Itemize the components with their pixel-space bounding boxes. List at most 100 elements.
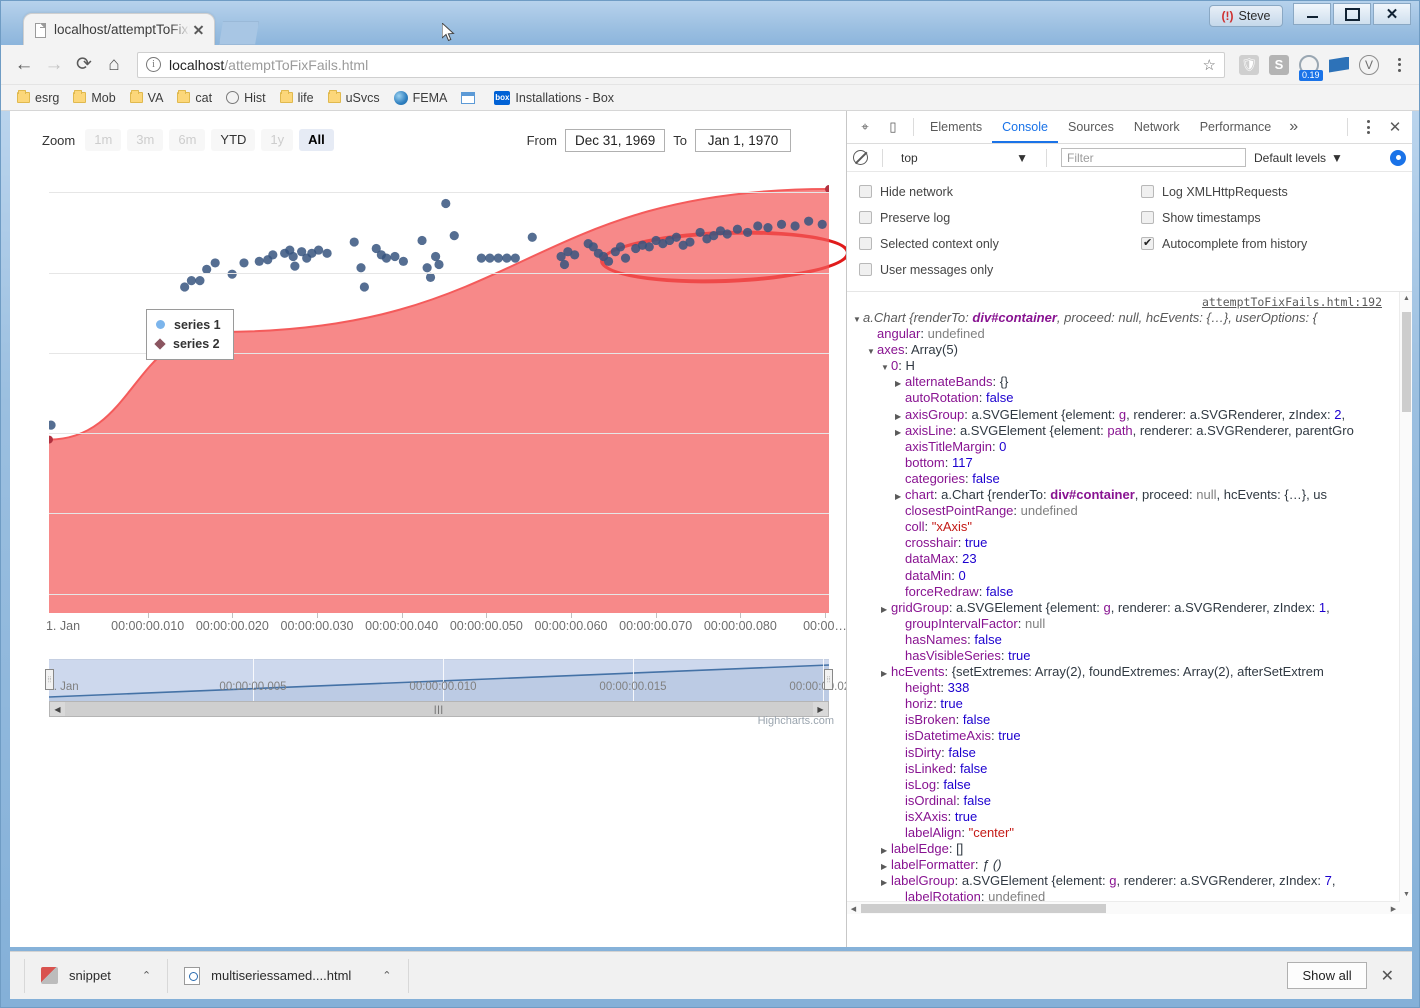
series1-point[interactable] — [254, 256, 264, 266]
scrollbar-thumb[interactable]: ||| — [66, 702, 812, 716]
series1-point[interactable] — [559, 259, 570, 270]
scrollbar-right-arrow-icon[interactable]: ▶ — [813, 702, 828, 716]
checkbox[interactable] — [1141, 236, 1154, 250]
close-window-button[interactable]: ✕ — [1373, 3, 1411, 25]
console-log-line[interactable]: closestPointRange: undefined — [847, 503, 1412, 519]
minimize-button[interactable] — [1293, 3, 1331, 25]
navigator-scrollbar[interactable]: ◀ ||| ▶ — [49, 701, 829, 717]
setting-user-messages-only[interactable]: User messages only — [859, 258, 1141, 281]
disclosure-triangle-closed-icon[interactable] — [881, 873, 891, 888]
forward-icon[interactable]: → — [39, 50, 69, 80]
console-log-line[interactable]: forceRedraw: false — [847, 584, 1412, 600]
tab-close-icon[interactable] — [190, 22, 206, 38]
disclosure-triangle-closed-icon[interactable] — [881, 841, 891, 856]
series1-point[interactable] — [527, 232, 537, 242]
console-horizontal-scrollbar[interactable]: ◀ ▶ — [847, 901, 1400, 914]
console-log-line[interactable]: axes: Array(5) — [847, 342, 1412, 358]
series1-point[interactable] — [790, 221, 800, 231]
checkbox[interactable] — [859, 185, 872, 198]
execution-context-select[interactable]: top ▼ — [897, 151, 1032, 165]
home-icon[interactable]: ⌂ — [99, 50, 129, 80]
disclosure-triangle-closed-icon[interactable] — [895, 487, 905, 502]
tab-elements[interactable]: Elements — [920, 111, 992, 143]
range-button-all[interactable]: All — [299, 129, 334, 151]
chevron-double-right-icon[interactable]: » — [1281, 118, 1306, 136]
console-filter-input[interactable]: Filter — [1061, 148, 1246, 167]
gear-icon[interactable] — [1390, 149, 1406, 166]
setting-show-timestamps[interactable]: Show timestamps — [1141, 206, 1400, 229]
bookmark-va[interactable]: VA — [124, 89, 170, 107]
bookmark-star-icon[interactable]: ☆ — [1203, 56, 1216, 74]
console-log-line[interactable]: axisTitleMargin: 0 — [847, 439, 1412, 455]
from-date-input[interactable]: Dec 31, 1969 — [564, 129, 666, 152]
series1-point[interactable] — [732, 224, 743, 234]
disclosure-triangle-closed-icon[interactable] — [881, 600, 891, 615]
console-log-line[interactable]: height: 338 — [847, 680, 1412, 696]
console-log-line[interactable]: isOrdinal: false — [847, 793, 1412, 809]
scroll-down-arrow-icon[interactable]: ▼ — [1400, 888, 1412, 901]
disclosure-triangle-open-icon[interactable] — [867, 342, 877, 357]
back-icon[interactable]: ← — [9, 50, 39, 80]
to-date-input[interactable]: Jan 1, 1970 — [695, 129, 791, 152]
series1-point[interactable] — [186, 275, 197, 286]
series1-point[interactable] — [359, 282, 369, 292]
console-log-line[interactable]: chart: a.Chart {renderTo: div#container,… — [847, 487, 1412, 503]
series1-point[interactable] — [210, 258, 220, 268]
bookmark-hist[interactable]: Hist — [220, 89, 272, 107]
series1-point[interactable] — [753, 221, 763, 231]
console-log-line[interactable]: hasNames: false — [847, 632, 1412, 648]
new-tab-button[interactable] — [219, 21, 259, 45]
series1-point[interactable] — [620, 253, 631, 263]
setting-log-xhr[interactable]: Log XMLHttpRequests — [1141, 180, 1400, 203]
bookmark-life[interactable]: life — [274, 89, 320, 107]
series1-point[interactable] — [381, 253, 392, 263]
vertical-scroll-thumb[interactable] — [1402, 312, 1411, 412]
series1-point[interactable] — [476, 253, 486, 263]
console-log-line[interactable]: dataMax: 23 — [847, 551, 1412, 567]
console-vertical-scrollbar[interactable]: ▲ ▼ — [1399, 292, 1412, 914]
kebab-menu-icon[interactable] — [1354, 113, 1382, 141]
inspect-element-icon[interactable]: ⌖ — [851, 113, 879, 141]
console-log-line[interactable]: isBroken: false — [847, 712, 1412, 728]
series1-point[interactable] — [417, 235, 427, 246]
console-log-line[interactable]: isLog: false — [847, 777, 1412, 793]
bookmark-mob[interactable]: Mob — [67, 89, 121, 107]
series1-point[interactable] — [195, 275, 205, 286]
console-log-line[interactable]: angular: undefined — [847, 326, 1412, 342]
console-log-line[interactable]: hasVisibleSeries: true — [847, 648, 1412, 664]
scroll-right-arrow-icon[interactable]: ▶ — [1387, 902, 1400, 914]
taskbar-item-snippet[interactable]: snippet ⌃ — [24, 958, 169, 993]
reload-icon[interactable]: ⟳ — [69, 50, 99, 80]
bookmark-usvcs[interactable]: uSvcs — [322, 89, 386, 107]
setting-autocomplete-history[interactable]: Autocomplete from history — [1141, 232, 1400, 255]
account-button[interactable]: (!) Steve — [1209, 5, 1283, 27]
highcharts-credits[interactable]: Highcharts.com — [758, 715, 834, 727]
disclosure-triangle-open-icon[interactable] — [853, 310, 863, 325]
console-log-line[interactable]: labelFormatter: ƒ () — [847, 857, 1412, 873]
disclosure-triangle-closed-icon[interactable] — [881, 857, 891, 872]
series1-point[interactable] — [695, 227, 705, 238]
console-log-line[interactable]: autoRotation: false — [847, 390, 1412, 406]
series1-point[interactable] — [431, 251, 441, 262]
console-log-line[interactable]: isXAxis: true — [847, 809, 1412, 825]
gauge-extension-icon[interactable]: 0.19 — [1297, 53, 1323, 81]
series1-point[interactable] — [268, 250, 278, 260]
maximize-button[interactable] — [1333, 3, 1371, 25]
navigator-left-handle[interactable]: ⦙⦙ — [45, 669, 54, 690]
checkbox[interactable] — [859, 237, 872, 250]
console-log-line[interactable]: hcEvents: {setExtremes: Array(2), foundE… — [847, 664, 1412, 680]
show-all-button[interactable]: Show all — [1287, 962, 1367, 989]
series1-point[interactable] — [398, 256, 408, 266]
series1-point[interactable] — [685, 237, 695, 247]
series1-point[interactable] — [493, 253, 503, 263]
setting-preserve-log[interactable]: Preserve log — [859, 206, 1141, 229]
shield-extension-icon[interactable]: 🛡 — [1237, 53, 1261, 77]
horizontal-scroll-thumb[interactable] — [861, 904, 1106, 913]
range-button-6m[interactable]: 6m — [169, 129, 206, 151]
series1-point[interactable] — [615, 242, 626, 252]
scroll-left-arrow-icon[interactable]: ◀ — [847, 902, 860, 914]
disclosure-triangle-closed-icon[interactable] — [881, 664, 891, 679]
log-levels-select[interactable]: Default levels ▼ — [1254, 151, 1343, 165]
series1-point[interactable] — [510, 253, 520, 263]
tab-performance[interactable]: Performance — [1190, 111, 1282, 143]
